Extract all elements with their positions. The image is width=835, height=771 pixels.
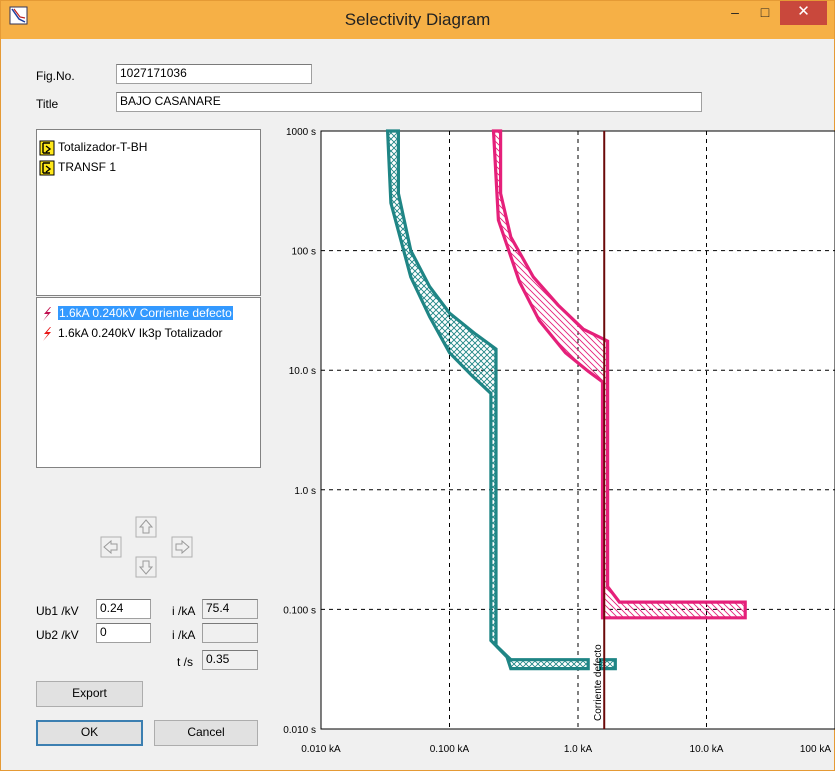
y-tick-label: 0.010 s [283, 725, 316, 736]
ub2-field[interactable]: 0 [96, 623, 151, 643]
fig-no-field[interactable]: 1027171036 [116, 64, 312, 84]
arrow-right-icon[interactable] [171, 536, 193, 558]
close-button[interactable]: ✕ [780, 1, 827, 25]
arrow-up-icon[interactable] [135, 516, 157, 538]
fig-no-label: Fig.No. [36, 69, 75, 83]
selectivity-diagram-window: Selectivity Diagram – □ ✕ Fig.No. 102717… [0, 0, 835, 771]
device-label: Totalizador-T-BH [58, 140, 148, 154]
time-label: t /s [177, 655, 194, 669]
ub1-label: Ub1 /kV [36, 604, 79, 618]
fault-item[interactable]: 1.6kA 0.240kV Corriente defecto [39, 304, 233, 322]
fault-annotation-label: Corriente defecto [593, 644, 604, 721]
current-label: i /kA [172, 604, 196, 618]
title-field[interactable]: BAJO CASANARE [116, 92, 702, 112]
ub1-field[interactable]: 0.24 [96, 599, 151, 619]
export-button[interactable]: Export [36, 681, 143, 707]
device-list[interactable]: Totalizador-T-BH TRANSF 1 [36, 129, 261, 296]
y-tick-label: 1.0 s [294, 486, 316, 497]
current2-label: i /kA [172, 628, 196, 642]
x-tick-label: 0.100 kA [430, 744, 470, 755]
x-tick-label: 0.010 kA [301, 744, 341, 755]
x-tick-label: 100 kA [800, 744, 831, 755]
title-label: Title [36, 97, 59, 111]
ub2-label: Ub2 /kV [36, 628, 79, 642]
arrow-down-icon[interactable] [135, 556, 157, 578]
maximize-button[interactable]: □ [751, 1, 779, 25]
current-field: 75.4 [202, 599, 258, 619]
fault-list[interactable]: 1.6kA 0.240kV Corriente defecto 1.6kA 0.… [36, 297, 261, 468]
breaker-icon [39, 160, 55, 176]
fault-item[interactable]: 1.6kA 0.240kV Ik3p Totalizador [39, 324, 223, 342]
device-item[interactable]: Totalizador-T-BH [39, 138, 147, 156]
ok-button[interactable]: OK [36, 720, 143, 746]
x-tick-label: 1.0 kA [564, 744, 593, 755]
fault-label: 1.6kA 0.240kV Corriente defecto [58, 306, 233, 320]
window-title: Selectivity Diagram [344, 10, 491, 29]
y-tick-label: 10.0 s [289, 366, 316, 377]
time-field: 0.35 [202, 650, 258, 670]
fault-label: 1.6kA 0.240kV Ik3p Totalizador [58, 326, 223, 340]
selectivity-chart[interactable]: 1000 s 100 s 10.0 s 1.0 s 0.100 s 0.010 s 0.01… [259, 121, 835, 761]
fault-lightning-icon [43, 326, 51, 341]
x-tick-label: 10.0 kA [690, 744, 724, 755]
fault-lightning-icon [43, 306, 51, 321]
y-tick-label: 1000 s [286, 127, 316, 138]
y-tick-label: 0.100 s [283, 605, 316, 616]
minimize-button[interactable]: – [721, 1, 749, 25]
cancel-button[interactable]: Cancel [154, 720, 258, 746]
y-tick-label: 100 s [292, 247, 316, 258]
breaker-icon [39, 140, 55, 156]
title-bar[interactable]: Selectivity Diagram – □ ✕ [1, 1, 834, 39]
current2-field [202, 623, 258, 643]
device-item[interactable]: TRANSF 1 [39, 158, 116, 176]
device-label: TRANSF 1 [58, 160, 117, 174]
arrow-left-icon[interactable] [100, 536, 122, 558]
